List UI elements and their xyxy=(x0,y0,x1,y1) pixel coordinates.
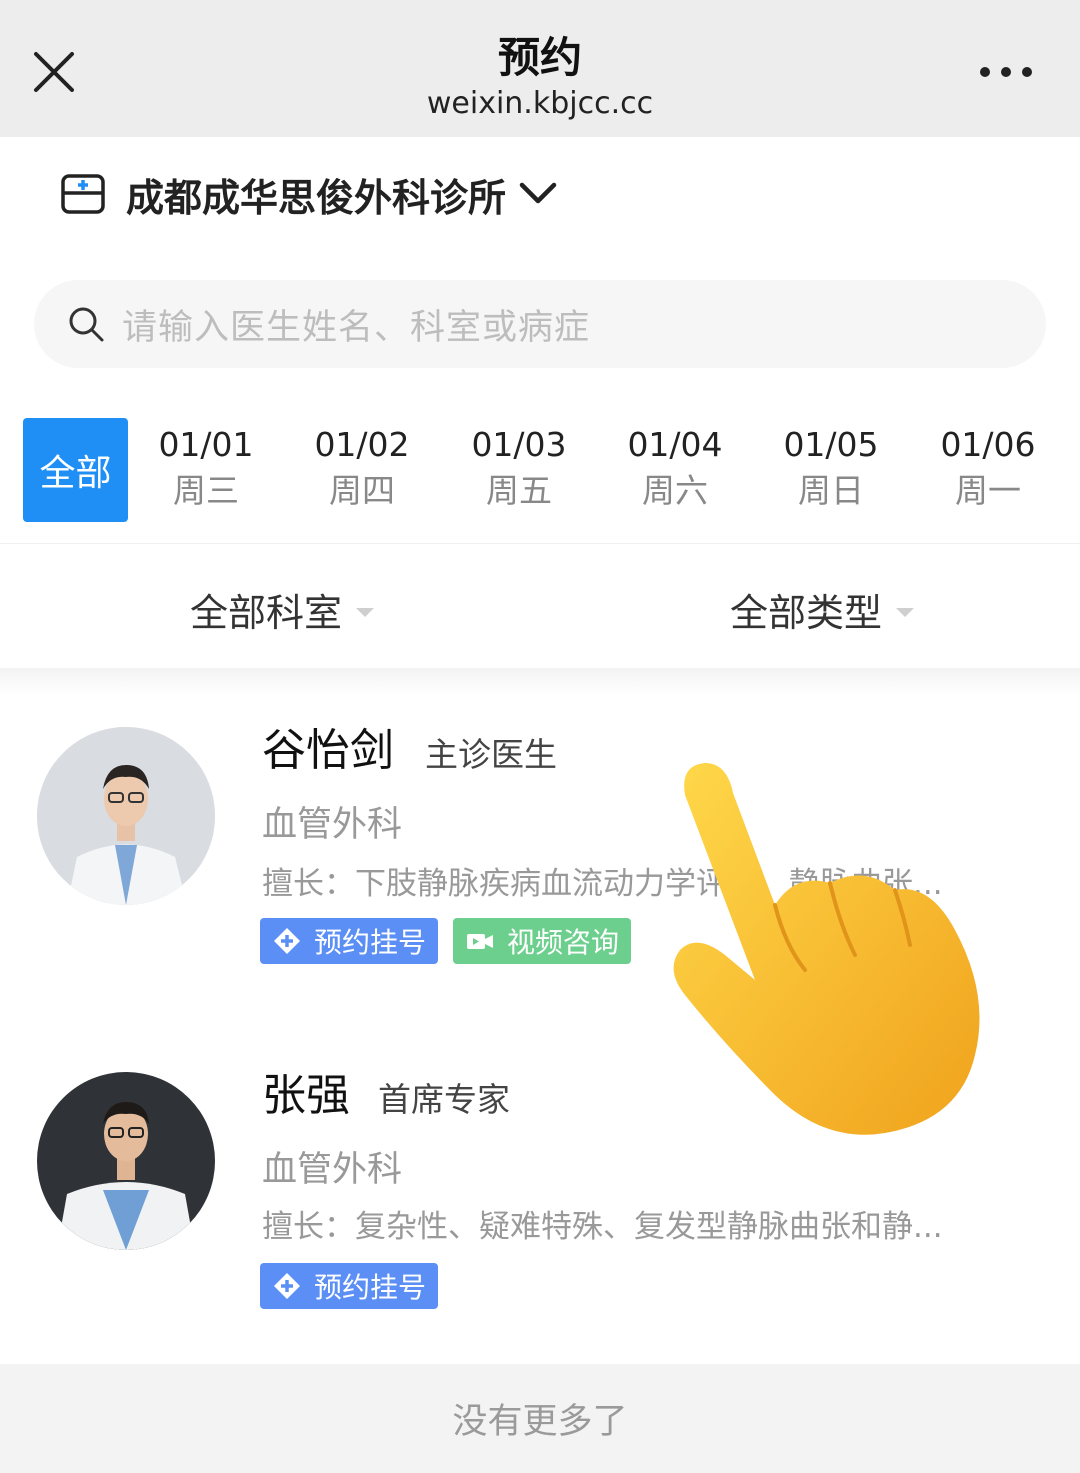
type-filter[interactable]: 全部类型 xyxy=(730,582,915,637)
doctor-specialty: 擅长：复杂性、疑难特殊、复发型静脉曲张和静... xyxy=(262,1209,943,1245)
page-url: weixin.kbjcc.cc xyxy=(426,86,654,121)
doctor-name: 张强 xyxy=(262,1070,350,1121)
avatar xyxy=(37,1072,215,1250)
date-tab[interactable]: 01/02 周四 xyxy=(302,424,422,516)
date-tab[interactable]: 01/04 周六 xyxy=(615,424,735,516)
type-filter-label: 全部类型 xyxy=(730,591,883,635)
video-icon xyxy=(467,934,493,949)
department-filter-label: 全部科室 xyxy=(190,591,343,635)
more-icon[interactable] xyxy=(980,62,1032,82)
search-input[interactable]: 请输入医生姓名、科室或病症 xyxy=(34,280,1046,368)
search-icon xyxy=(69,307,104,342)
clinic-icon xyxy=(61,174,105,214)
doctor-title: 首席专家 xyxy=(378,1080,510,1119)
date-tab-weekday: 周三 xyxy=(173,471,239,510)
plus-circle-icon xyxy=(274,928,300,954)
chevron-down-icon xyxy=(519,182,557,204)
date-tab[interactable]: 01/06 周一 xyxy=(928,424,1048,516)
date-tab-weekday: 周六 xyxy=(642,471,708,510)
top-bar: 预约 weixin.kbjcc.cc xyxy=(0,0,1080,137)
date-tab-all[interactable]: 全部 xyxy=(23,418,128,522)
date-tab-date: 01/03 xyxy=(471,425,567,464)
date-tab-date: 01/05 xyxy=(783,425,879,464)
list-end-footer: 没有更多了 xyxy=(0,1364,1080,1473)
date-tab[interactable]: 01/05 周日 xyxy=(771,424,891,516)
search-placeholder: 请输入医生姓名、科室或病症 xyxy=(122,307,591,348)
date-tab[interactable]: 01/01 周三 xyxy=(146,424,266,516)
tag-label: 预约挂号 xyxy=(314,1271,427,1304)
date-tab-date: 01/01 xyxy=(158,425,254,464)
book-appointment-button[interactable]: 预约挂号 xyxy=(260,918,439,964)
clinic-selector[interactable]: 成都成华思俊外科诊所 xyxy=(60,164,558,224)
book-appointment-button[interactable]: 预约挂号 xyxy=(260,1263,439,1309)
plus-circle-icon xyxy=(274,1273,300,1299)
department-filter[interactable]: 全部科室 xyxy=(190,582,375,637)
date-tab-date: 01/04 xyxy=(627,425,723,464)
caret-down-icon xyxy=(356,608,375,617)
avatar xyxy=(37,727,215,905)
page-title: 预约 xyxy=(497,33,582,82)
date-tab-date: 01/06 xyxy=(940,425,1036,464)
date-tab-date: 01/02 xyxy=(314,425,410,464)
date-tab-weekday: 周四 xyxy=(329,471,395,510)
divider-shadow xyxy=(0,668,1080,696)
date-tab-weekday: 周五 xyxy=(486,471,552,510)
pointing-hand-icon xyxy=(673,763,980,1135)
doctor-name: 谷怡剑 xyxy=(262,725,394,776)
divider xyxy=(0,543,1080,544)
doctor-title: 主诊医生 xyxy=(425,735,557,774)
doctor-department: 血管外科 xyxy=(262,805,403,845)
tag-label: 视频咨询 xyxy=(507,926,620,959)
doctor-department: 血管外科 xyxy=(262,1150,403,1190)
tag-label: 预约挂号 xyxy=(314,926,427,959)
date-tab[interactable]: 01/03 周五 xyxy=(459,424,579,516)
date-tab-weekday: 周日 xyxy=(798,471,864,510)
date-tab-weekday: 周一 xyxy=(955,471,1021,510)
clinic-name: 成都成华思俊外科诊所 xyxy=(126,175,507,220)
caret-down-icon xyxy=(896,608,915,617)
video-consult-button[interactable]: 视频咨询 xyxy=(453,918,632,964)
